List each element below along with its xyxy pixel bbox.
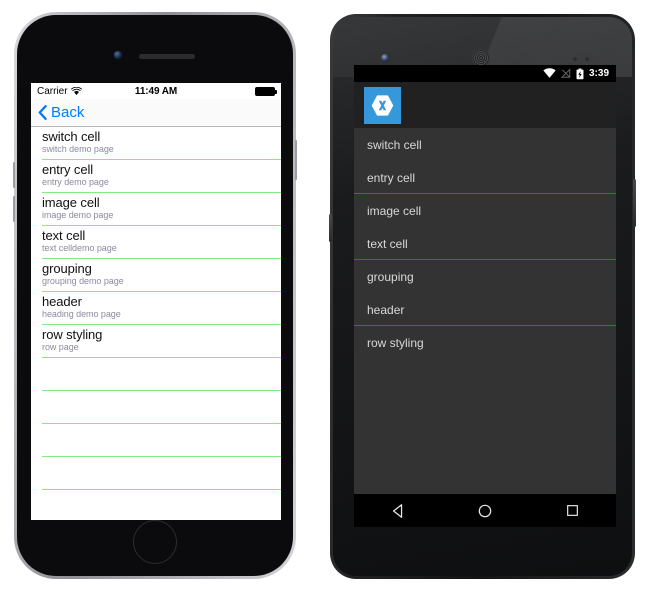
nav-recents-square-icon[interactable] — [565, 503, 580, 518]
list-item-label: image cell — [367, 203, 422, 218]
proximity-sensor — [573, 57, 577, 61]
list-item[interactable]: text cell text celldemo page — [31, 226, 281, 259]
empty-list-row — [31, 457, 281, 490]
list-item[interactable]: header — [354, 293, 616, 326]
back-button[interactable]: Back — [38, 104, 84, 121]
android-nav-bar — [354, 494, 616, 527]
iphone-body: Carrier 11:49 AM Back switch cell switch… — [17, 15, 293, 576]
empty-list-row — [31, 358, 281, 391]
home-button[interactable] — [133, 520, 177, 564]
ios-status-bar: Carrier 11:49 AM — [31, 83, 281, 99]
ios-nav-bar: Back — [31, 99, 281, 127]
iphone-device: Carrier 11:49 AM Back switch cell switch… — [13, 12, 297, 579]
iphone-screen: Carrier 11:49 AM Back switch cell switch… — [31, 83, 281, 520]
android-list[interactable]: switch cell entry cell image cell text c… — [354, 128, 616, 359]
list-item-title: text cell — [42, 228, 86, 243]
list-item[interactable]: header heading demo page — [31, 292, 281, 325]
list-item-title: switch cell — [42, 129, 101, 144]
list-item[interactable]: entry cell entry demo page — [31, 160, 281, 193]
list-item[interactable]: row styling row page — [31, 325, 281, 358]
list-item-subtitle: row page — [42, 342, 79, 352]
android-device: 3:39 switch cell entry cell image cell t… — [329, 14, 636, 579]
list-item-title: grouping — [42, 261, 92, 276]
front-camera-icon — [114, 51, 122, 59]
list-item[interactable]: text cell — [354, 227, 616, 260]
android-power-button[interactable] — [329, 214, 332, 242]
list-item-label: switch cell — [367, 137, 422, 152]
light-sensor — [585, 57, 589, 61]
list-item-label: entry cell — [367, 170, 416, 185]
android-status-bar: 3:39 — [354, 65, 616, 82]
list-item-subtitle: switch demo page — [42, 144, 114, 154]
list-item-title: image cell — [42, 195, 100, 210]
battery-full-icon — [255, 86, 277, 96]
nav-back-triangle-icon[interactable] — [390, 503, 406, 519]
list-item-label: text cell — [367, 236, 408, 251]
android-body: 3:39 switch cell entry cell image cell t… — [333, 17, 632, 576]
wifi-icon — [543, 68, 556, 78]
chevron-left-icon — [38, 105, 47, 120]
list-item-title: entry cell — [42, 162, 94, 177]
list-item[interactable]: grouping — [354, 260, 616, 293]
iphone-volume-down-button[interactable] — [13, 196, 15, 222]
list-item-label: grouping — [367, 269, 414, 284]
empty-list-row — [31, 391, 281, 424]
nav-home-circle-icon[interactable] — [477, 503, 493, 519]
android-screen: 3:39 switch cell entry cell image cell t… — [354, 65, 616, 527]
front-camera-icon — [381, 54, 389, 62]
list-item-title: row styling — [42, 327, 103, 342]
list-item[interactable]: image cell — [354, 194, 616, 227]
list-item-label: row styling — [367, 335, 424, 350]
signal-none-icon — [560, 68, 571, 78]
list-separator — [42, 489, 281, 490]
xamarin-logo-icon[interactable] — [364, 86, 401, 124]
list-item-label: header — [367, 302, 405, 317]
iphone-volume-up-button[interactable] — [13, 162, 15, 188]
list-item[interactable]: image cell image demo page — [31, 193, 281, 226]
iphone-power-button[interactable] — [295, 140, 297, 180]
earpiece-speaker — [139, 54, 195, 59]
screenshot-stage: Carrier 11:49 AM Back switch cell switch… — [0, 0, 645, 600]
list-item[interactable]: grouping grouping demo page — [31, 259, 281, 292]
list-item-subtitle: heading demo page — [42, 309, 121, 319]
list-item-subtitle: text celldemo page — [42, 243, 117, 253]
list-item[interactable]: switch cell switch demo page — [31, 127, 281, 160]
list-item-subtitle: entry demo page — [42, 177, 109, 187]
ios-list[interactable]: switch cell switch demo page entry cell … — [31, 127, 281, 490]
empty-list-row — [31, 424, 281, 457]
list-item[interactable]: entry cell — [354, 161, 616, 194]
xamarin-hexagon-icon — [371, 94, 394, 116]
android-action-bar — [354, 82, 616, 128]
android-volume-button[interactable] — [633, 179, 636, 227]
list-item-subtitle: grouping demo page — [42, 276, 124, 286]
list-item-title: header — [42, 294, 82, 309]
list-item-subtitle: image demo page — [42, 210, 114, 220]
list-item[interactable]: switch cell — [354, 128, 616, 161]
ios-clock: 11:49 AM — [134, 85, 178, 97]
list-item[interactable]: row styling — [354, 326, 616, 359]
android-clock: 3:39 — [588, 68, 609, 79]
battery-charging-icon — [576, 67, 584, 79]
back-button-label: Back — [51, 104, 85, 121]
